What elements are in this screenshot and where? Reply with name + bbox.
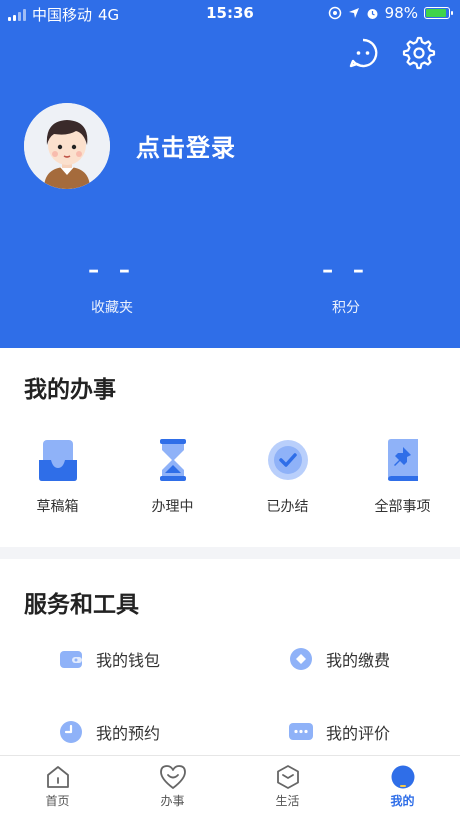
tab-home-label: 首页: [45, 794, 70, 808]
home-icon: [46, 766, 69, 788]
tab-affairs-label: 办事: [160, 794, 185, 808]
my-affairs-title: 我的办事: [24, 377, 116, 403]
points-stat[interactable]: – – 积分: [286, 258, 406, 317]
pin-icon: [387, 439, 418, 481]
wallet-icon: [60, 651, 82, 668]
location-icon: [328, 6, 341, 20]
affair-in-progress[interactable]: 办理中: [115, 438, 230, 516]
favorites-count: – –: [88, 258, 136, 283]
affair-completed[interactable]: 已办结: [230, 438, 345, 516]
user-dot-icon: [391, 765, 414, 789]
message-icon[interactable]: [346, 36, 380, 70]
tool-payment-label: 我的缴费: [326, 651, 391, 670]
points-count: – –: [322, 258, 370, 283]
login-link[interactable]: 点击登录: [136, 128, 236, 163]
section-divider: [0, 547, 460, 559]
avatar-boy-icon: [24, 103, 110, 189]
affair-drafts[interactable]: 草稿箱: [0, 438, 115, 516]
navigation-arrow-icon: [348, 8, 359, 18]
box-icon: [276, 765, 299, 789]
tab-life-label: 生活: [275, 794, 300, 808]
tool-appointment[interactable]: 我的预约: [58, 719, 160, 745]
avatar[interactable]: [24, 103, 110, 189]
points-label: 积分: [332, 300, 360, 316]
tool-appointment-label: 我的预约: [96, 724, 161, 743]
tool-payment[interactable]: 我的缴费: [288, 646, 390, 672]
heart-icon: [159, 765, 186, 789]
tab-affairs[interactable]: 办事: [115, 756, 230, 816]
status-bar: 中国移动 4G 15:36 98%: [0, 0, 460, 26]
affair-drafts-label: 草稿箱: [36, 499, 79, 515]
chat-icon: [289, 723, 313, 740]
affair-all[interactable]: 全部事项: [345, 438, 460, 516]
favorites-stat[interactable]: – – 收藏夹: [52, 258, 172, 317]
profile-header: 中国移动 4G 15:36 98% 点击登录 – – 收藏夹 – – 积分: [0, 0, 460, 348]
affair-all-label: 全部事项: [374, 499, 431, 515]
affair-completed-label: 已办结: [266, 499, 309, 515]
tool-review-label: 我的评价: [326, 724, 391, 743]
alarm-icon: [367, 8, 378, 19]
tool-wallet[interactable]: 我的钱包: [58, 646, 160, 672]
payment-icon: [290, 648, 312, 670]
battery-icon: [424, 7, 453, 19]
services-title: 服务和工具: [24, 592, 139, 618]
settings-gear-icon[interactable]: [402, 36, 436, 70]
favorites-label: 收藏夹: [91, 300, 133, 316]
my-affairs-grid: 草稿箱 办理中 已办结 全部事项: [0, 438, 460, 516]
check-circle-icon: [267, 440, 308, 480]
tab-home[interactable]: 首页: [0, 756, 115, 816]
clock-icon: [60, 721, 82, 743]
hourglass-icon: [159, 439, 186, 481]
affair-in-progress-label: 办理中: [151, 499, 194, 515]
battery-percent: 98%: [384, 4, 418, 22]
tab-mine[interactable]: 我的: [345, 756, 460, 816]
tab-mine-label: 我的: [390, 794, 415, 808]
bottom-tab-bar: 首页 办事 生活 我的: [0, 755, 460, 816]
tool-review[interactable]: 我的评价: [288, 719, 390, 745]
inbox-icon: [38, 440, 77, 481]
tool-wallet-label: 我的钱包: [96, 651, 161, 670]
tab-life[interactable]: 生活: [230, 756, 345, 816]
